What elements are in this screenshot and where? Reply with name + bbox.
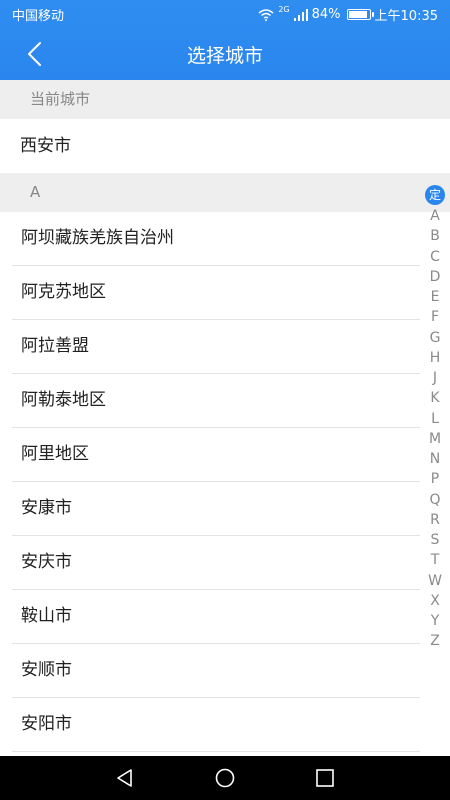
index-letter[interactable]: Y (420, 611, 450, 631)
list-item[interactable]: 安康市 (12, 482, 420, 536)
section-header-current: 当前城市 (0, 80, 450, 119)
top-bar: 中国移动 2G 84% 上午10:35 选择城市 (0, 0, 450, 80)
triangle-back-icon (117, 769, 132, 787)
circle-home-icon (215, 768, 235, 788)
index-letter[interactable]: T (420, 550, 450, 570)
wifi-icon (258, 8, 274, 21)
alphabet-index-bar[interactable]: 定 A B C D E F G H J K L M N P Q R S T W … (420, 185, 450, 652)
index-letter[interactable]: H (420, 348, 450, 368)
nav-bar: 选择城市 (0, 27, 450, 80)
list-item[interactable]: 阿勒泰地区 (12, 374, 420, 428)
section-header-a: A (0, 173, 450, 212)
system-navigation-bar (0, 756, 450, 800)
index-letter[interactable]: Q (420, 490, 450, 510)
list-item[interactable]: 阿里地区 (12, 428, 420, 482)
square-recents-icon (316, 769, 334, 787)
index-letter[interactable]: J (420, 368, 450, 388)
list-item[interactable]: 阿坝藏族羌族自治州 (12, 212, 420, 266)
index-letter[interactable]: W (420, 571, 450, 591)
carrier-name: 中国移动 (12, 9, 65, 24)
list-item[interactable]: 阿克苏地区 (12, 266, 420, 320)
index-letter[interactable]: F (420, 307, 450, 327)
system-recents-button[interactable] (312, 766, 338, 790)
index-letter[interactable]: N (420, 449, 450, 469)
clock: 上午10:35 (374, 9, 438, 24)
index-letter[interactable]: K (420, 388, 450, 408)
network-type: 2G (278, 5, 290, 14)
index-letter[interactable]: A (420, 206, 450, 226)
index-letter[interactable]: C (420, 247, 450, 267)
list-item[interactable]: 安庆市 (12, 536, 420, 590)
index-letter[interactable]: P (420, 469, 450, 489)
page-title: 选择城市 (186, 45, 263, 67)
current-city-item[interactable]: 西安市 (0, 119, 450, 173)
locate-index-button[interactable]: 定 (425, 185, 445, 205)
city-list[interactable]: 当前城市 西安市 A 阿坝藏族羌族自治州 阿克苏地区 阿拉善盟 阿勒泰地区 阿里… (0, 80, 450, 756)
index-letter[interactable]: B (420, 226, 450, 246)
status-right: 2G 84% 上午10:35 (258, 5, 438, 24)
status-bar: 中国移动 2G 84% 上午10:35 (0, 0, 450, 27)
list-item[interactable]: 阿拉善盟 (12, 320, 420, 374)
signal-icon (293, 8, 308, 21)
list-item[interactable]: 鞍山市 (12, 590, 420, 644)
index-letter[interactable]: Z (420, 631, 450, 651)
index-letter[interactable]: S (420, 530, 450, 550)
index-letter[interactable]: D (420, 267, 450, 287)
list-item[interactable]: 安顺市 (12, 644, 420, 698)
battery-icon (346, 9, 374, 20)
index-letter[interactable]: R (420, 510, 450, 530)
index-letter[interactable]: E (420, 287, 450, 307)
index-letter[interactable]: G (420, 328, 450, 348)
index-letter[interactable]: X (420, 591, 450, 611)
index-letter[interactable]: L (420, 409, 450, 429)
system-home-button[interactable] (212, 766, 238, 790)
system-back-button[interactable] (112, 766, 138, 790)
index-letter[interactable]: M (420, 429, 450, 449)
list-item[interactable]: 安阳市 (12, 698, 420, 752)
battery-percent: 84% (311, 7, 341, 22)
